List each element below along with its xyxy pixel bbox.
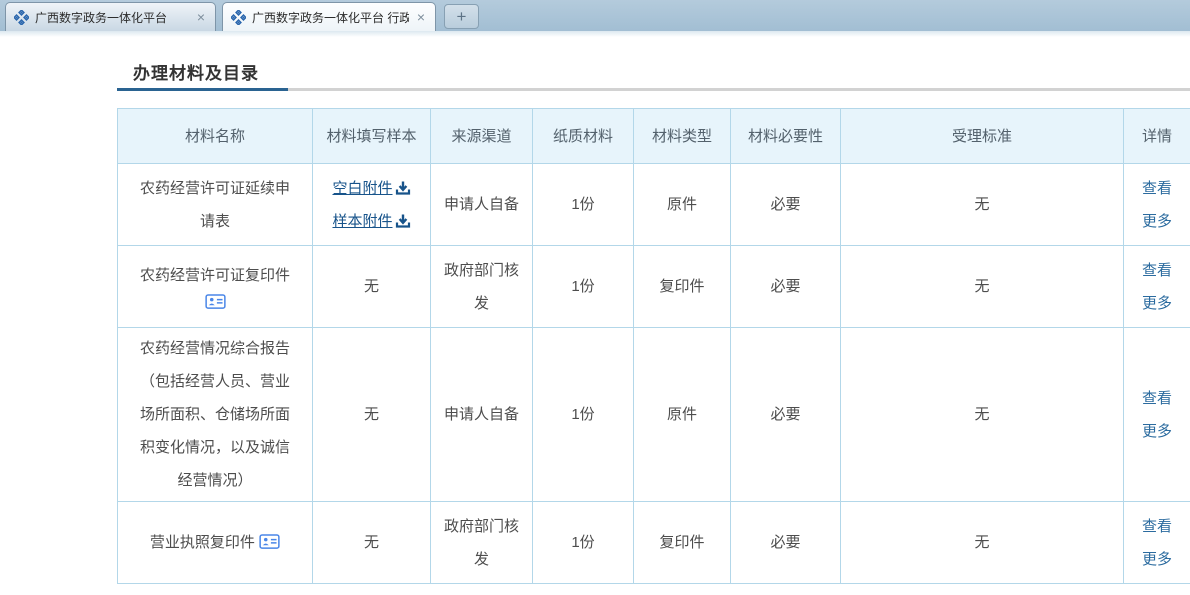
table-row: 农药经营许可证延续申请表 空白附件 样本附件 申请人自备 1份 原件 必要 无 … bbox=[118, 164, 1190, 246]
sample-attachment-link[interactable]: 样本附件 bbox=[332, 205, 410, 238]
sample-cell: 空白附件 样本附件 bbox=[313, 164, 431, 246]
source-cell: 申请人自备 bbox=[431, 164, 533, 246]
source-cell: 申请人自备 bbox=[431, 328, 533, 502]
detail-cell: 查看 更多 bbox=[1124, 502, 1190, 584]
necessity-cell: 必要 bbox=[731, 164, 841, 246]
detail-cell: 查看 更多 bbox=[1124, 246, 1190, 328]
type-cell: 复印件 bbox=[634, 502, 731, 584]
materials-table: 材料名称 材料填写样本 来源渠道 纸质材料 材料类型 材料必要性 受理标准 详情… bbox=[117, 108, 1190, 584]
tab-close-icon[interactable]: × bbox=[195, 10, 207, 24]
tab-title: 广西数字政务一体化平台 bbox=[35, 9, 189, 26]
paper-cell: 1份 bbox=[533, 164, 634, 246]
necessity-cell: 必要 bbox=[731, 328, 841, 502]
detail-cell: 查看 更多 bbox=[1124, 328, 1190, 502]
blank-attachment-link[interactable]: 空白附件 bbox=[332, 172, 410, 205]
more-link[interactable]: 更多 bbox=[1134, 287, 1180, 320]
tab-close-icon[interactable]: × bbox=[415, 10, 427, 24]
platform-logo-icon bbox=[231, 10, 246, 25]
table-row: 农药经营许可证复印件 无 政府部门核发 1份 复印件 必要 无 查看 更多 bbox=[118, 246, 1190, 328]
table-header-row: 材料名称 材料填写样本 来源渠道 纸质材料 材料类型 材料必要性 受理标准 详情 bbox=[118, 109, 1190, 164]
col-header-sample: 材料填写样本 bbox=[313, 109, 431, 164]
material-name: 农药经营情况综合报告（包括经营人员、营业场所面积、仓储场所面积变化情况，以及诚信… bbox=[118, 328, 313, 502]
table-row: 营业执照复印件 无 政府部门核发 1份 复印件 必要 无 查看 更多 bbox=[118, 502, 1190, 584]
more-link[interactable]: 更多 bbox=[1134, 205, 1180, 238]
standard-cell: 无 bbox=[841, 246, 1124, 328]
view-link[interactable]: 查看 bbox=[1134, 254, 1180, 287]
new-tab-button[interactable]: + bbox=[444, 4, 479, 29]
col-header-necessity: 材料必要性 bbox=[731, 109, 841, 164]
paper-cell: 1份 bbox=[533, 502, 634, 584]
detail-cell: 查看 更多 bbox=[1124, 164, 1190, 246]
tab-guangxi-platform[interactable]: 广西数字政务一体化平台 × bbox=[5, 2, 216, 31]
type-cell: 原件 bbox=[634, 164, 731, 246]
material-name: 营业执照复印件 bbox=[118, 502, 313, 584]
page-title: 办理材料及目录 bbox=[133, 59, 259, 84]
platform-logo-icon bbox=[14, 10, 29, 25]
more-link[interactable]: 更多 bbox=[1134, 415, 1180, 448]
source-cell: 政府部门核发 bbox=[431, 246, 533, 328]
standard-cell: 无 bbox=[841, 164, 1124, 246]
col-header-type: 材料类型 bbox=[634, 109, 731, 164]
material-name: 农药经营许可证复印件 bbox=[118, 246, 313, 328]
id-card-icon[interactable] bbox=[205, 294, 226, 309]
col-header-detail: 详情 bbox=[1124, 109, 1190, 164]
tab-bar-shadow bbox=[0, 31, 1190, 37]
sample-cell: 无 bbox=[313, 328, 431, 502]
table-row: 农药经营情况综合报告（包括经营人员、营业场所面积、仓储场所面积变化情况，以及诚信… bbox=[118, 328, 1190, 502]
col-header-standard: 受理标准 bbox=[841, 109, 1124, 164]
download-icon bbox=[395, 180, 411, 196]
view-link[interactable]: 查看 bbox=[1134, 382, 1180, 415]
necessity-cell: 必要 bbox=[731, 246, 841, 328]
type-cell: 原件 bbox=[634, 328, 731, 502]
standard-cell: 无 bbox=[841, 328, 1124, 502]
col-header-material-name: 材料名称 bbox=[118, 109, 313, 164]
download-icon bbox=[395, 213, 411, 229]
view-link[interactable]: 查看 bbox=[1134, 172, 1180, 205]
title-divider bbox=[117, 88, 1190, 91]
type-cell: 复印件 bbox=[634, 246, 731, 328]
col-header-paper: 纸质材料 bbox=[533, 109, 634, 164]
col-header-source: 来源渠道 bbox=[431, 109, 533, 164]
id-card-icon[interactable] bbox=[259, 534, 280, 549]
material-name: 农药经营许可证延续申请表 bbox=[118, 164, 313, 246]
necessity-cell: 必要 bbox=[731, 502, 841, 584]
tab-guangxi-platform-xingzheng[interactable]: 广西数字政务一体化平台 行政 × bbox=[222, 2, 436, 31]
sample-cell: 无 bbox=[313, 502, 431, 584]
standard-cell: 无 bbox=[841, 502, 1124, 584]
view-link[interactable]: 查看 bbox=[1134, 510, 1180, 543]
browser-tab-bar: 广西数字政务一体化平台 × 广西数字政务一体化平台 行政 × + bbox=[0, 0, 1190, 31]
paper-cell: 1份 bbox=[533, 246, 634, 328]
tab-title: 广西数字政务一体化平台 行政 bbox=[252, 9, 409, 26]
sample-cell: 无 bbox=[313, 246, 431, 328]
source-cell: 政府部门核发 bbox=[431, 502, 533, 584]
paper-cell: 1份 bbox=[533, 328, 634, 502]
more-link[interactable]: 更多 bbox=[1134, 543, 1180, 576]
